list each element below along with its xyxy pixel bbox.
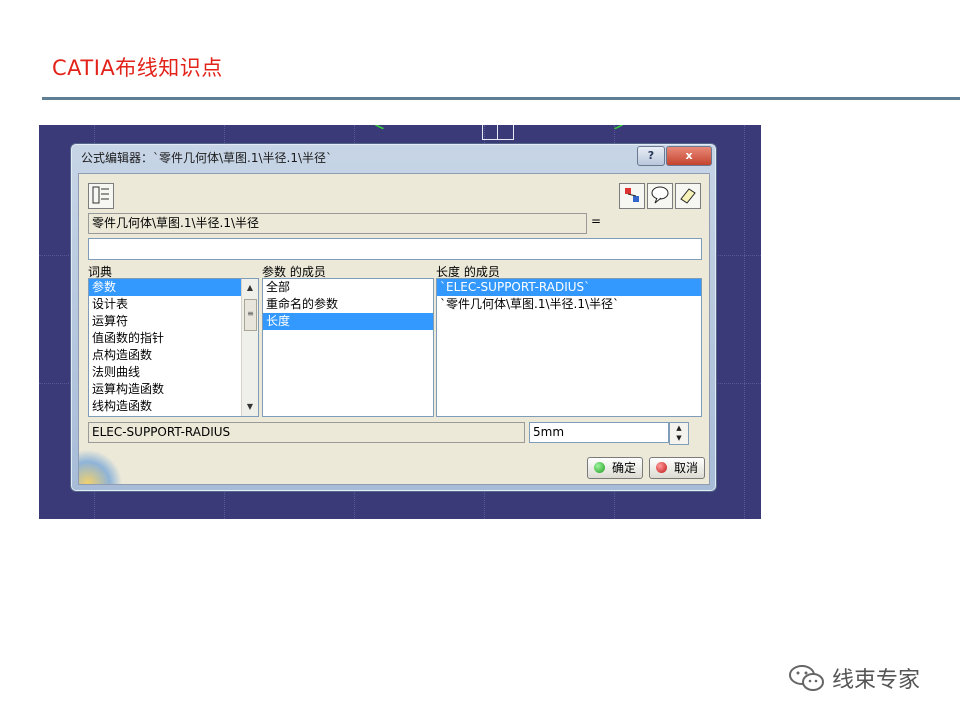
- list-item[interactable]: 点构造函数: [89, 347, 258, 364]
- help-button[interactable]: ?: [637, 146, 665, 166]
- list-item[interactable]: 设计表: [89, 296, 258, 313]
- cancel-button[interactable]: 取消: [649, 457, 705, 479]
- dictionary-list[interactable]: 参数 设计表 运算符 值函数的指针 点构造函数 法则曲线 运算构造函数 线构造函…: [88, 278, 259, 417]
- list-item[interactable]: 线构造函数: [89, 398, 258, 415]
- formula-input[interactable]: [88, 238, 702, 260]
- spin-up-icon[interactable]: ▲: [670, 423, 688, 433]
- title-rule: [42, 97, 960, 100]
- list-item[interactable]: 全部: [263, 279, 433, 296]
- scrollbar[interactable]: ▲ ≡ ▼: [241, 279, 258, 416]
- list-item[interactable]: 运算构造函数: [89, 381, 258, 398]
- measure-icon[interactable]: [619, 183, 645, 209]
- ok-button[interactable]: 确定: [587, 457, 643, 479]
- value-spinner[interactable]: ▲ ▼: [669, 422, 689, 445]
- equals-sign: =: [591, 214, 602, 228]
- comment-icon[interactable]: [647, 183, 673, 209]
- parameter-name-field: ELEC-SUPPORT-RADIUS: [88, 422, 525, 443]
- cancel-label: 取消: [674, 461, 699, 475]
- scroll-up-arrow-icon[interactable]: ▲: [242, 281, 258, 295]
- list-item[interactable]: 法则曲线: [89, 364, 258, 381]
- axis-marker: [482, 125, 514, 140]
- spin-down-icon[interactable]: ▼: [670, 433, 688, 443]
- list-item[interactable]: `ELEC-SUPPORT-RADIUS`: [437, 279, 701, 296]
- formula-editor-icon[interactable]: [88, 183, 114, 209]
- list-item[interactable]: 值函数的指针: [89, 330, 258, 347]
- slide-title: CATIA布线知识点: [52, 56, 223, 80]
- close-button[interactable]: x: [666, 146, 712, 166]
- ok-dot-icon: [594, 462, 605, 473]
- list-item[interactable]: 运算符: [89, 313, 258, 330]
- length-members-list[interactable]: `ELEC-SUPPORT-RADIUS` `零件几何体\草图.1\半径.1\半…: [436, 278, 702, 417]
- scroll-down-arrow-icon[interactable]: ▼: [242, 400, 258, 414]
- ok-label: 确定: [612, 461, 637, 475]
- dialog-client: 零件几何体\草图.1\半径.1\半径 = 词典 参数 设计表 运算符 值函数的指…: [78, 173, 710, 485]
- wechat-icon: [788, 662, 826, 698]
- grid-line: [744, 125, 745, 519]
- parameter-members-list[interactable]: 全部 重命名的参数 长度: [262, 278, 434, 417]
- parameter-path-field: 零件几何体\草图.1\半径.1\半径: [88, 213, 587, 234]
- list-item[interactable]: `零件几何体\草图.1\半径.1\半径`: [437, 296, 701, 313]
- catia-logo-icon: [79, 450, 123, 484]
- list-item[interactable]: 参数: [89, 279, 241, 296]
- list-item[interactable]: 长度: [263, 313, 433, 330]
- parameter-value-input[interactable]: 5mm: [529, 422, 669, 443]
- scroll-thumb[interactable]: ≡: [244, 299, 257, 331]
- eraser-icon[interactable]: [675, 183, 701, 209]
- watermark-text: 线束专家: [832, 668, 921, 693]
- formula-editor-dialog: 公式编辑器：`零件几何体\草图.1\半径.1\半径` ? x 零件几何体\草图.…: [70, 143, 717, 492]
- list-item[interactable]: 重命名的参数: [263, 296, 433, 313]
- cancel-dot-icon: [656, 462, 667, 473]
- dialog-title: 公式编辑器：`零件几何体\草图.1\半径.1\半径`: [81, 151, 333, 165]
